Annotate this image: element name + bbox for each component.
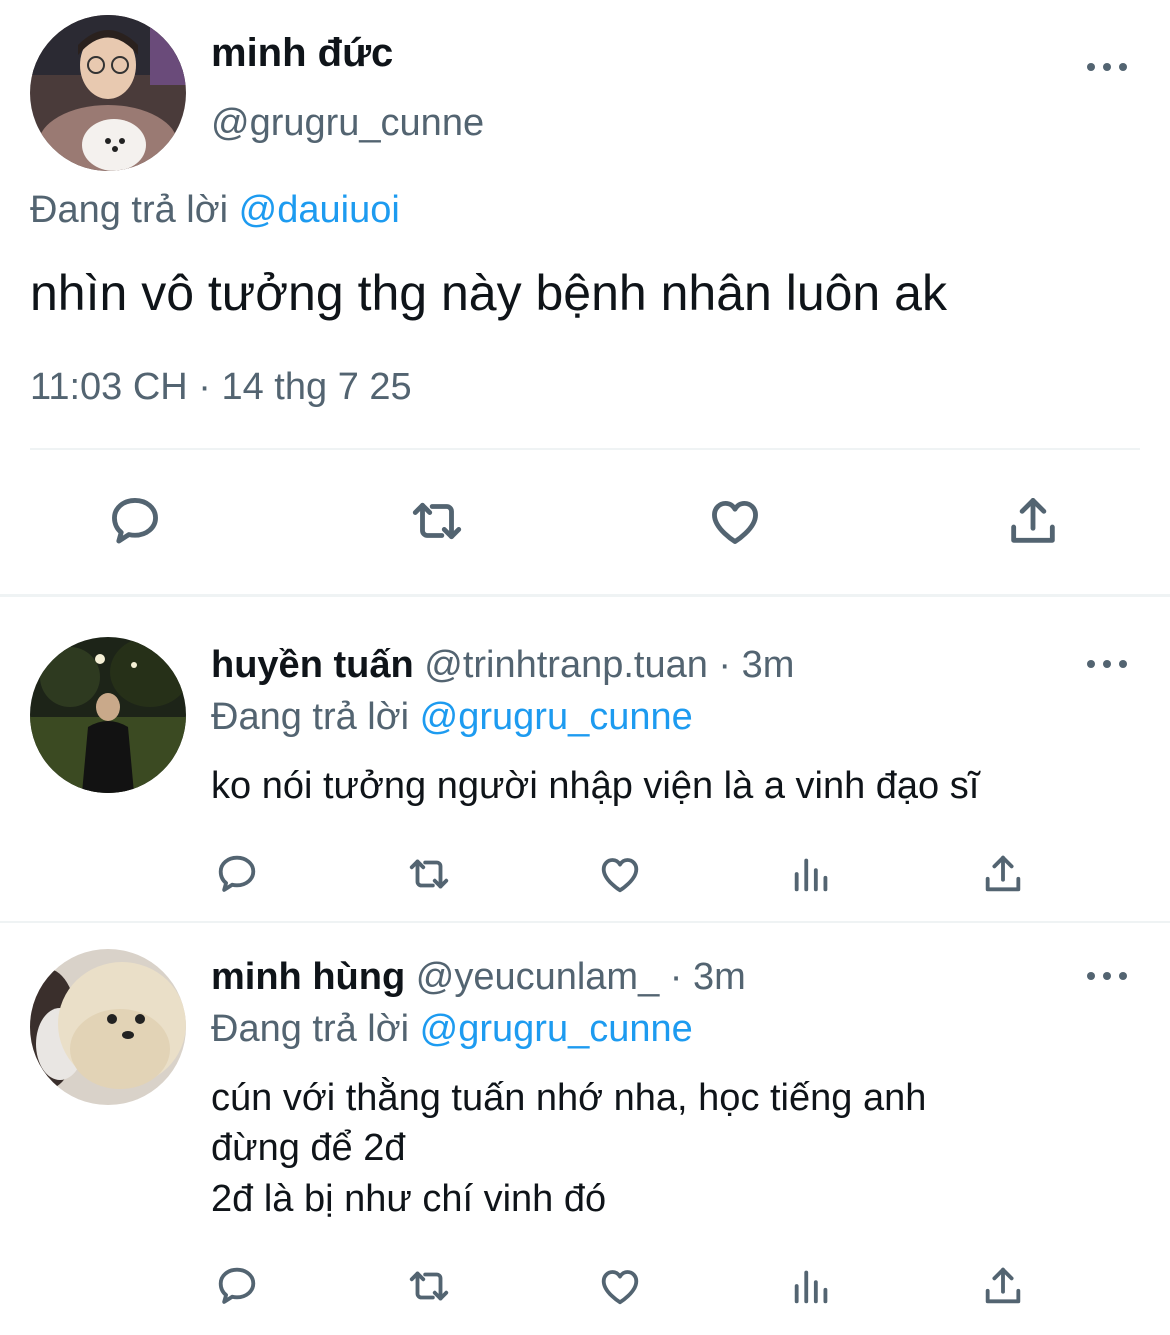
tweet-text: nhìn vô tưởng thg này bệnh nhân luôn ak [30,265,947,321]
avatar[interactable] [30,637,186,793]
heart-icon[interactable] [706,492,764,550]
avatar[interactable] [30,15,186,171]
author-name[interactable]: minh hùng [211,956,405,998]
tweet-timestamp[interactable]: 11:03 CH · 14 thg 7 25 [30,362,412,412]
replying-to-line: Đang trả lời @dauiuoi [30,185,400,235]
bar-chart-icon[interactable] [789,1263,835,1309]
avatar[interactable] [30,949,186,1105]
author-handle[interactable]: @grugru_cunne [211,98,484,148]
reply-text-line: đừng để 2đ [211,1127,406,1169]
heart-icon[interactable] [597,851,643,897]
speech-bubble-icon[interactable] [214,1263,260,1309]
section-divider [0,594,1170,597]
reply-text-line: cún với thằng tuấn nhớ nha, học tiếng an… [211,1077,927,1119]
author-name[interactable]: huyền tuấn [211,644,414,686]
more-dots-icon[interactable] [1087,657,1127,671]
share-upload-icon[interactable] [1004,492,1062,550]
replying-prefix: Đang trả lời [211,1008,410,1050]
author-handle-time[interactable]: @yeucunlam_ · 3m [416,956,746,998]
reply-text-line: ko nói tưởng người nhập viện là a vinh đ… [211,765,980,807]
share-upload-icon[interactable] [980,1263,1026,1309]
retweet-icon[interactable] [404,492,470,550]
bar-chart-icon[interactable] [789,851,835,897]
heart-icon[interactable] [597,1263,643,1309]
reply-text-line: 2đ là bị như chí vinh đó [211,1178,607,1220]
replying-to-link[interactable]: @grugru_cunne [420,1008,693,1050]
share-upload-icon[interactable] [980,851,1026,897]
replying-to-link[interactable]: @grugru_cunne [420,696,693,738]
retweet-icon[interactable] [402,1263,456,1309]
author-handle-time[interactable]: @trinhtranp.tuan · 3m [424,644,794,686]
more-dots-icon[interactable] [1087,60,1127,74]
section-divider [0,921,1170,923]
retweet-icon[interactable] [402,851,456,897]
speech-bubble-icon[interactable] [106,492,164,550]
reply-header: minh hùng @yeucunlam_ · 3m [211,952,746,1002]
speech-bubble-icon[interactable] [214,851,260,897]
replying-prefix: Đang trả lời [30,189,229,231]
reply-header: huyền tuấn @trinhtranp.tuan · 3m [211,640,794,690]
replying-to-link[interactable]: @dauiuoi [239,189,400,231]
replying-to-line: Đang trả lời @grugru_cunne [211,1004,693,1054]
replying-to-line: Đang trả lời @grugru_cunne [211,692,693,742]
replying-prefix: Đang trả lời [211,696,410,738]
author-name[interactable]: minh đức [211,28,393,78]
more-dots-icon[interactable] [1087,969,1127,983]
divider [30,448,1140,450]
